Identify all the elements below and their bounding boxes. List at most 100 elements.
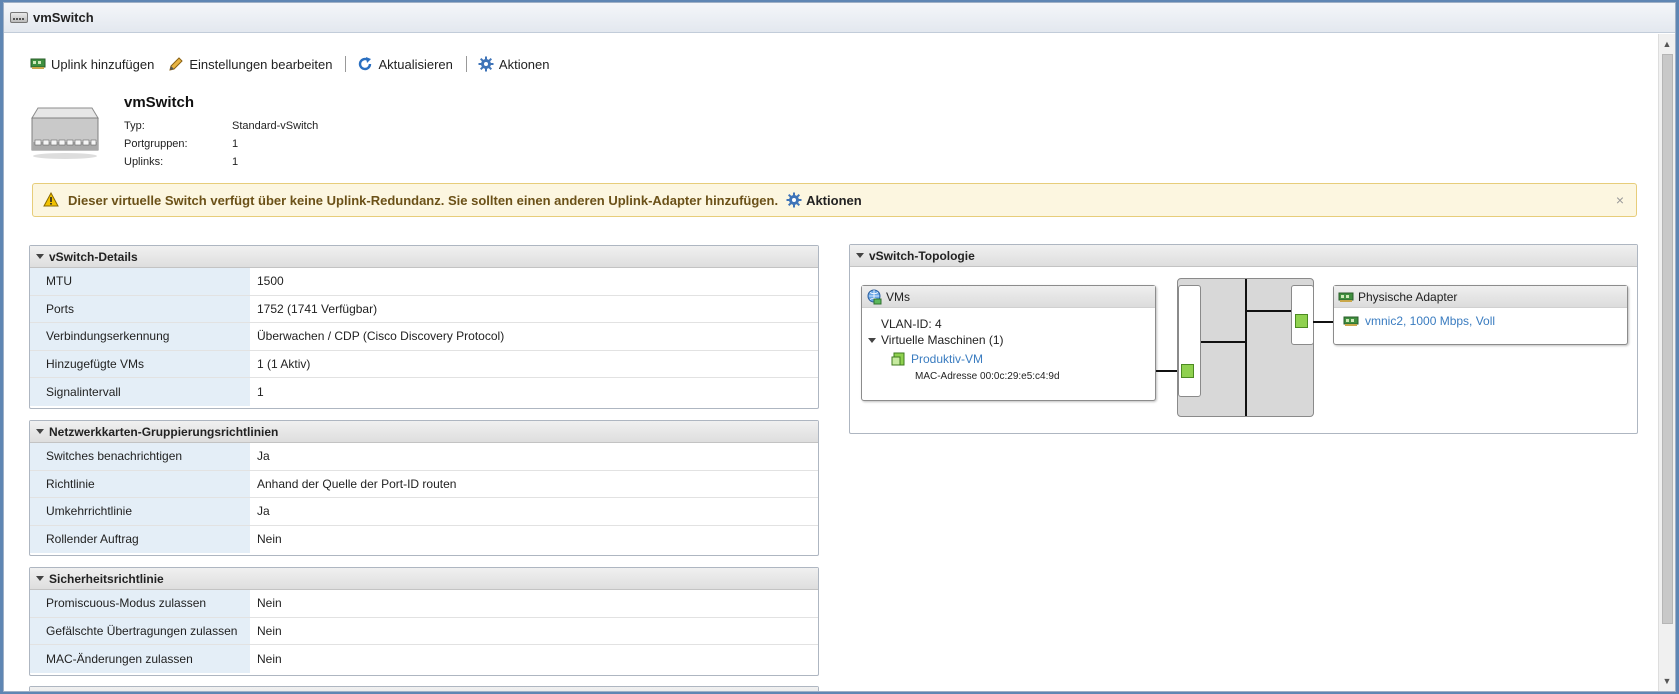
uplink-connector-line bbox=[1313, 321, 1334, 323]
vswitch-name: vmSwitch bbox=[124, 94, 195, 111]
expand-triangle-icon bbox=[868, 337, 876, 343]
add-uplink-label: Uplink hinzufügen bbox=[51, 56, 155, 72]
close-warning-button[interactable]: × bbox=[1616, 192, 1624, 208]
switch-uplink-branch-line bbox=[1245, 310, 1291, 312]
refresh-button[interactable]: Aktualisieren bbox=[357, 56, 453, 72]
mac-address-label: MAC-Adresse 00:0c:29:e5:c4:9d bbox=[915, 371, 1060, 382]
summary-label: Uplinks: bbox=[124, 156, 164, 168]
property-value: Nein bbox=[257, 532, 282, 547]
table-row: Hinzugefügte VMs 1 (1 Aktiv) bbox=[30, 350, 818, 378]
property-label: MTU bbox=[30, 268, 250, 295]
property-value: 1500 bbox=[257, 274, 284, 289]
vswitch-details-header[interactable]: vSwitch-Details bbox=[30, 246, 818, 268]
network-card-icon bbox=[30, 56, 46, 72]
vm-group-label: Virtuelle Maschinen (1) bbox=[881, 333, 1004, 347]
nic-link[interactable]: vmnic2, 1000 Mbps, Voll bbox=[1365, 314, 1495, 328]
scroll-down-icon[interactable]: ▼ bbox=[1659, 673, 1675, 689]
property-label: Umkehrrichtlinie bbox=[30, 498, 250, 525]
vswitch-device-icon bbox=[30, 104, 100, 160]
table-row: Ports 1752 (1741 Verfügbar) bbox=[30, 295, 818, 323]
security-policy-title: Sicherheitsrichtlinie bbox=[49, 571, 164, 586]
nic-item[interactable]: vmnic2, 1000 Mbps, Voll bbox=[1343, 314, 1495, 328]
summary-value: 1 bbox=[232, 138, 239, 150]
property-value: 1752 (1741 Verfügbar) bbox=[257, 301, 378, 316]
property-value: 1 bbox=[257, 384, 264, 399]
property-value: Ja bbox=[257, 449, 270, 464]
property-value: 1 (1 Aktiv) bbox=[257, 356, 311, 371]
table-row: Switches benachrichtigen Ja bbox=[30, 443, 818, 471]
summary-value: Standard-vSwitch bbox=[232, 120, 319, 132]
vm-name-link[interactable]: Produktiv-VM bbox=[911, 352, 983, 366]
table-row: Promiscuous-Modus zulassen Nein bbox=[30, 590, 818, 618]
summary-label: Portgruppen: bbox=[124, 138, 188, 150]
vm-connector-line bbox=[1156, 370, 1178, 372]
property-value: Nein bbox=[257, 596, 282, 611]
refresh-icon bbox=[357, 56, 373, 72]
property-label: Richtlinie bbox=[30, 470, 250, 497]
virtual-machine-icon bbox=[891, 351, 907, 367]
table-row: Verbindungserkennung Überwachen / CDP (Ci… bbox=[30, 323, 818, 351]
table-row: Gefälschte Übertragungen zulassen Nein bbox=[30, 617, 818, 645]
vlan-id-label: VLAN-ID: 4 bbox=[881, 317, 942, 331]
physical-adapters-title: Physische Adapter bbox=[1358, 289, 1458, 304]
summary-row: Uplinks: 1 bbox=[124, 153, 318, 171]
property-label: Signalintervall bbox=[30, 378, 250, 406]
scroll-up-icon[interactable]: ▲ bbox=[1659, 36, 1675, 52]
property-value: Anhand der Quelle der Port-ID routen bbox=[257, 476, 457, 491]
pencil-icon bbox=[168, 56, 184, 72]
warning-actions-label: Aktionen bbox=[806, 192, 862, 208]
table-row: Rollender Auftrag Nein bbox=[30, 525, 818, 553]
vertical-scrollbar[interactable]: ▲ ▼ bbox=[1658, 34, 1675, 691]
property-label: Verbindungserkennung bbox=[30, 323, 250, 350]
warning-text: Dieser virtuelle Switch verfügt über kei… bbox=[68, 192, 779, 208]
uplink-port-icon bbox=[1295, 314, 1308, 328]
vswitch-details-title: vSwitch-Details bbox=[49, 249, 138, 264]
vm-item[interactable]: Produktiv-VM bbox=[891, 351, 983, 367]
table-row: MTU 1500 bbox=[30, 268, 818, 296]
vswitch-topology-panel: vSwitch-Topologie VMs VLAN-ID: 4 Virtuel… bbox=[849, 244, 1638, 434]
add-uplink-button[interactable]: Uplink hinzufügen bbox=[30, 56, 154, 72]
vm-portgroup-header[interactable]: VMs bbox=[862, 286, 1155, 308]
table-row: Umkehrrichtlinie Ja bbox=[30, 498, 818, 526]
nic-teaming-panel: Netzwerkkarten-Gruppierungsrichtlinien S… bbox=[29, 420, 819, 556]
vswitch-topology-header[interactable]: vSwitch-Topologie bbox=[850, 245, 1637, 267]
edit-settings-label: Einstellungen bearbeiten bbox=[189, 56, 333, 72]
table-row: Richtlinie Anhand der Quelle der Port-ID … bbox=[30, 470, 818, 498]
property-label: Ports bbox=[30, 295, 250, 322]
property-label: Hinzugefügte VMs bbox=[30, 350, 250, 377]
property-value: Ja bbox=[257, 504, 270, 519]
window-title: vmSwitch bbox=[33, 10, 94, 25]
content-area: Uplink hinzufügen Einstellungen bearbeit… bbox=[4, 34, 1657, 691]
warning-actions-button[interactable]: Aktionen bbox=[786, 192, 862, 208]
next-panel-edge bbox=[29, 686, 819, 691]
redundancy-warning: Dieser virtuelle Switch verfügt über kei… bbox=[32, 183, 1637, 217]
vm-side-port-group bbox=[1178, 285, 1201, 397]
vm-portgroup-box: VMs VLAN-ID: 4 Virtuelle Maschinen (1) P… bbox=[861, 285, 1156, 401]
edit-settings-button[interactable]: Einstellungen bearbeiten bbox=[168, 56, 332, 72]
property-value: Nein bbox=[257, 623, 282, 638]
summary-row: Typ: Standard-vSwitch bbox=[124, 117, 318, 135]
switch-backbone-line bbox=[1245, 279, 1247, 416]
switch-vm-branch-line bbox=[1201, 341, 1246, 343]
toolbar-divider bbox=[345, 56, 347, 72]
physical-adapters-header[interactable]: Physische Adapter bbox=[1334, 286, 1627, 308]
scrollbar-thumb[interactable] bbox=[1662, 54, 1673, 624]
refresh-label: Aktualisieren bbox=[378, 56, 453, 72]
security-policy-header[interactable]: Sicherheitsrichtlinie bbox=[30, 568, 818, 590]
actions-button[interactable]: Aktionen bbox=[478, 56, 550, 72]
collapse-triangle-icon bbox=[856, 253, 864, 258]
network-card-icon bbox=[1343, 315, 1359, 327]
vm-port-icon bbox=[1181, 364, 1194, 378]
physical-adapters-box: Physische Adapter vmnic2, 1000 Mbps, Vol… bbox=[1333, 285, 1628, 345]
table-row: MAC-Änderungen zulassen Nein bbox=[30, 645, 818, 673]
vswitch-details-panel: vSwitch-Details MTU 1500 Ports 1752 (1741 … bbox=[29, 245, 819, 409]
collapse-triangle-icon bbox=[36, 429, 44, 434]
toolbar: Uplink hinzufügen Einstellungen bearbeit… bbox=[30, 56, 550, 72]
window-titlebar: vmSwitch bbox=[4, 3, 1675, 33]
nic-teaming-title: Netzwerkkarten-Gruppierungsrichtlinien bbox=[49, 424, 279, 439]
vm-group-toggle[interactable]: Virtuelle Maschinen (1) bbox=[868, 333, 1004, 347]
collapse-triangle-icon bbox=[36, 254, 44, 259]
nic-teaming-header[interactable]: Netzwerkkarten-Gruppierungsrichtlinien bbox=[30, 421, 818, 443]
summary-label: Typ: bbox=[124, 120, 145, 132]
property-label: MAC-Änderungen zulassen bbox=[30, 645, 250, 673]
